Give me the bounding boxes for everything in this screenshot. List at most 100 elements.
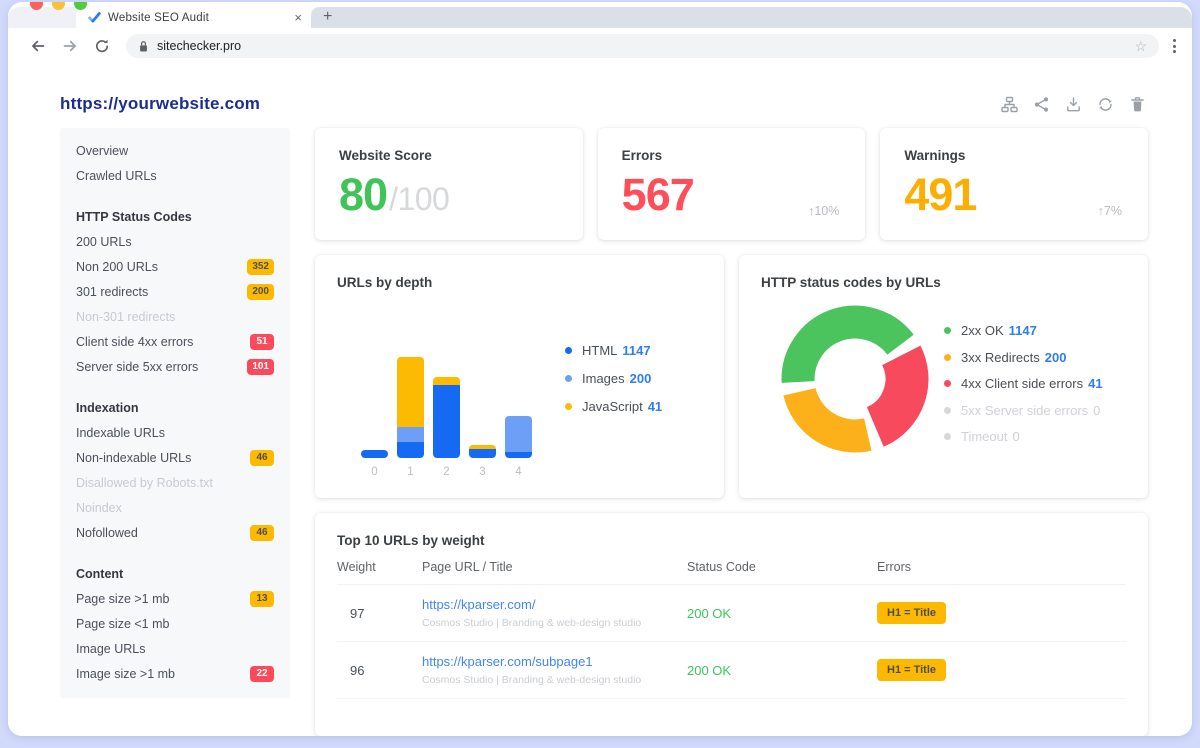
browser-tab[interactable]: Website SEO Audit ×: [76, 7, 311, 28]
stat-cards-row: Website Score 80 /100 Errors 567 ↑10%: [315, 128, 1148, 240]
sidebar-item-301-redirects[interactable]: 301 redirects200: [60, 279, 290, 304]
trash-icon[interactable]: [1129, 96, 1146, 113]
legend-value: 0: [1012, 429, 1019, 444]
website-score-max: /100: [389, 181, 449, 218]
cell-errors: H1 = Title: [877, 602, 1126, 624]
legend-value: 200: [630, 371, 652, 386]
reload-icon[interactable]: [94, 38, 110, 54]
bar-depth-2: [433, 377, 460, 458]
sidebar-item-page-size-1-mb[interactable]: Page size <1 mb: [60, 611, 290, 636]
sidebar-item-image-size-1-mb[interactable]: Image size >1 mb22: [60, 661, 290, 686]
bar-segment-html: [361, 450, 388, 458]
legend-label: 3xx Redirects: [961, 350, 1040, 365]
browser-window: Website SEO Audit × + sitechec: [8, 2, 1192, 736]
card-title: Errors: [622, 148, 842, 163]
address-url: sitechecker.pro: [157, 39, 241, 53]
desktop-background: Website SEO Audit × + sitechec: [0, 0, 1200, 748]
tab-title: Website SEO Audit: [108, 12, 294, 24]
close-window-button[interactable]: [30, 2, 43, 10]
errors-value: 567: [622, 171, 694, 218]
tab-close-icon[interactable]: ×: [294, 11, 302, 24]
sidebar-item-200-urls[interactable]: 200 URLs: [60, 229, 290, 254]
sidebar-item-label: Page size <1 mb: [76, 617, 169, 631]
back-icon[interactable]: [30, 38, 46, 54]
sidebar-item-non-200-urls[interactable]: Non 200 URLs352: [60, 254, 290, 279]
sidebar-item-label: Noindex: [76, 501, 122, 515]
stacked-bar-chart: 01234: [361, 355, 532, 478]
sidebar-section-http-status-codes: HTTP Status Codes: [60, 204, 290, 229]
refresh-icon[interactable]: [1097, 96, 1114, 113]
warnings-trend: ↑7%: [1098, 204, 1122, 218]
url-link[interactable]: https://kparser.com/: [422, 597, 687, 612]
page-title-text: Cosmos Studio | Branding & web-design st…: [422, 617, 687, 629]
legend-value: 41: [648, 399, 662, 414]
sidebar-count-badge: 46: [250, 450, 274, 466]
sidebar-item-indexable-urls[interactable]: Indexable URLs: [60, 420, 290, 445]
sidebar-item-label: Page size >1 mb: [76, 592, 169, 606]
errors-card: Errors 567 ↑10%: [598, 128, 866, 240]
legend-label: 5xx Server side errors: [961, 403, 1088, 418]
sidebar-item-noindex[interactable]: Noindex: [60, 495, 290, 520]
x-axis-label: 1: [397, 466, 424, 478]
sidebar-count-badge: 101: [247, 359, 274, 375]
bar-segment-html: [469, 449, 496, 458]
url-link[interactable]: https://kparser.com/subpage1: [422, 654, 687, 669]
sidebar-item-label: Client side 4xx errors: [76, 335, 193, 349]
sidebar-item-page-size-1-mb[interactable]: Page size >1 mb 13: [60, 586, 290, 611]
sidebar-count-badge: 13: [250, 591, 274, 607]
table-row: 96https://kparser.com/subpage1 Cosmos Stu…: [337, 642, 1126, 699]
legend-item-3xx-redirects: 3xx Redirects200: [944, 350, 1103, 365]
chart-title: HTTP status codes by URLs: [761, 275, 941, 290]
sidebar-item-label: Overview: [76, 144, 128, 158]
sidebar-item-label: Crawled URLs: [76, 169, 157, 183]
minimize-window-button[interactable]: [52, 2, 65, 10]
legend-dot-icon: [944, 327, 951, 334]
share-icon[interactable]: [1033, 96, 1050, 113]
urls-by-depth-card: URLs by depth 01234 HTML1147Images200Jav…: [315, 255, 724, 498]
address-bar[interactable]: sitechecker.pro ☆: [126, 34, 1159, 58]
sidebar-section-indexation: Indexation: [60, 395, 290, 420]
sidebar-item-server-side-5xx-errors[interactable]: Server side 5xx errors101: [60, 354, 290, 379]
download-icon[interactable]: [1065, 96, 1082, 113]
x-axis-label: 0: [361, 466, 388, 478]
card-title: Warnings: [904, 148, 1124, 163]
page-content: https://yourwebsite.com: [8, 64, 1192, 736]
forward-icon[interactable]: [62, 38, 78, 54]
sidebar-item-crawled-urls[interactable]: Crawled URLs: [60, 163, 290, 188]
sidebar-item-nofollowed[interactable]: Nofollowed46: [60, 520, 290, 545]
card-title: Website Score: [339, 148, 559, 163]
legend-item-javascript: JavaScript41: [565, 399, 662, 414]
legend-item-4xx-client-side-errors: 4xx Client side errors41: [944, 376, 1103, 391]
warnings-card: Warnings 491 ↑7%: [880, 128, 1148, 240]
x-axis-label: 3: [469, 466, 496, 478]
sidebar-count-badge: 51: [250, 334, 274, 350]
legend-label: Images: [582, 371, 625, 386]
sidebar-item-disallowed-by-robots-txt[interactable]: Disallowed by Robots.txt: [60, 470, 290, 495]
x-axis-label: 2: [433, 466, 460, 478]
browser-toolbar: sitechecker.pro ☆: [8, 28, 1192, 64]
sidebar-item-non-indexable-urls[interactable]: Non-indexable URLs 46: [60, 445, 290, 470]
sidebar-item-image-urls[interactable]: Image URLs: [60, 636, 290, 661]
sidebar-item-non-301-redirects[interactable]: Non-301 redirects: [60, 304, 290, 329]
sidebar-item-client-side-4xx-errors[interactable]: Client side 4xx errors 51: [60, 329, 290, 354]
bar-depth-1: [397, 357, 424, 458]
site-favicon-icon: [88, 11, 101, 24]
cell-weight: 96: [337, 663, 422, 678]
new-tab-button[interactable]: +: [323, 8, 332, 26]
bar-segment-images: [397, 427, 424, 442]
sidebar-item-label: Image size >1 mb: [76, 667, 175, 681]
browser-menu-icon[interactable]: [1171, 37, 1178, 55]
bookmark-star-icon[interactable]: ☆: [1134, 39, 1147, 53]
sitemap-icon[interactable]: [1001, 96, 1018, 113]
sidebar-item-label: Non-indexable URLs: [76, 451, 191, 465]
page-title-text: Cosmos Studio | Branding & web-design st…: [422, 674, 687, 686]
zoom-window-button[interactable]: [74, 2, 87, 10]
sidebar-item-overview[interactable]: Overview: [60, 138, 290, 163]
bar-depth-3: [469, 445, 496, 458]
table-header-row: Weight Page URL / Title Status Code Erro…: [337, 560, 1126, 585]
legend-dot-icon: [944, 407, 951, 414]
sidebar-count-badge: 200: [247, 284, 274, 300]
legend-dot-icon: [944, 433, 951, 440]
dashboard-body: OverviewCrawled URLsHTTP Status Codes200…: [8, 122, 1192, 736]
sidebar-item-label: Non-301 redirects: [76, 310, 175, 324]
